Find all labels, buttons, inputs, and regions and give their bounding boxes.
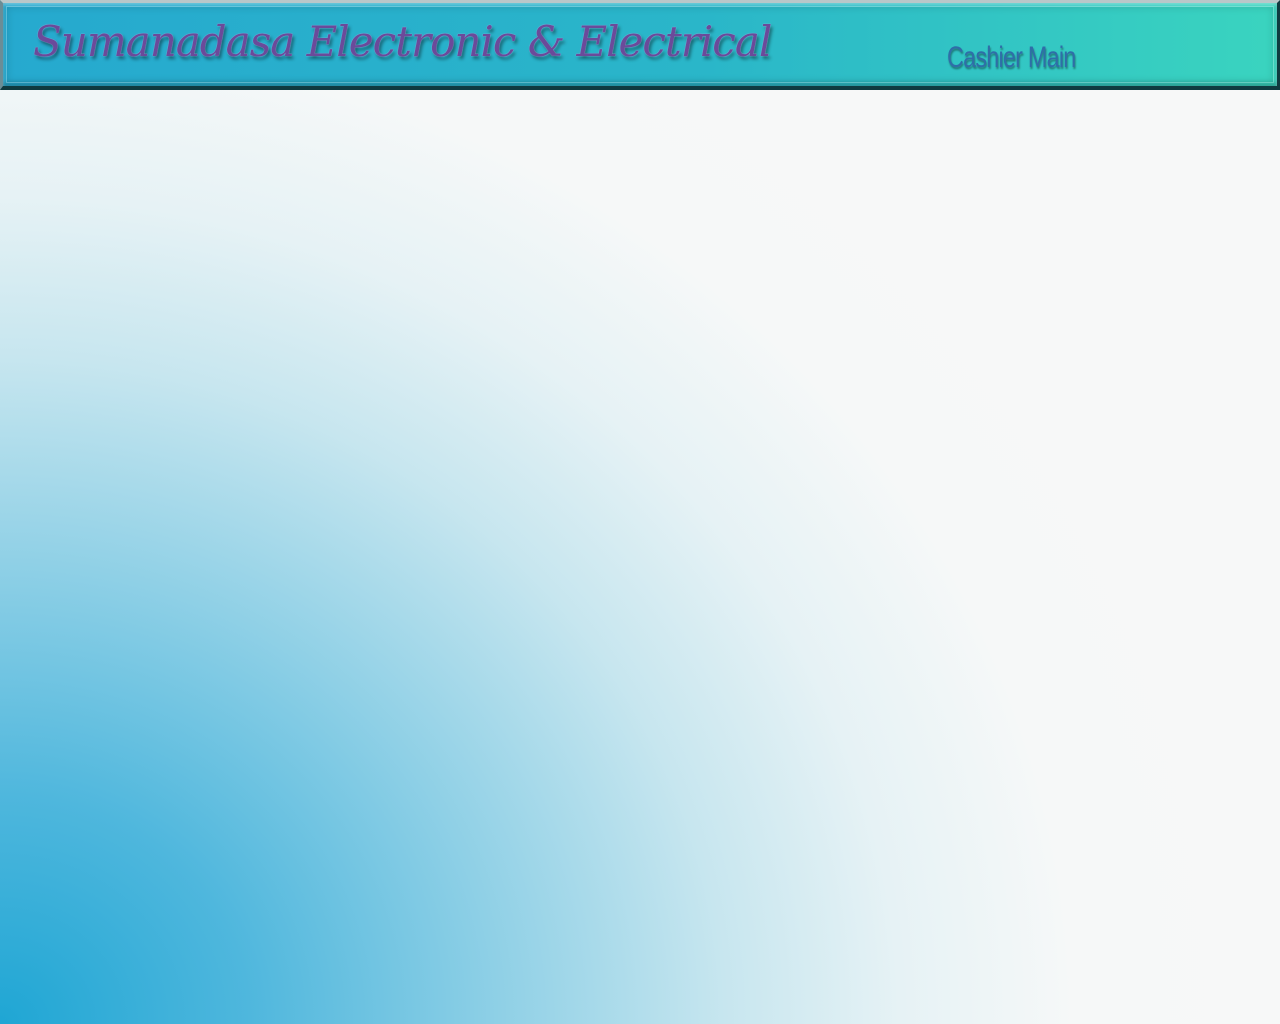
page-title: Cashier Main — [947, 41, 1076, 74]
brand-title: Sumanadasa Electronic & Electrical — [33, 17, 772, 66]
app-header: Sumanadasa Electronic & Electrical Cashi… — [0, 0, 1280, 90]
main-content-area — [0, 90, 1280, 1024]
